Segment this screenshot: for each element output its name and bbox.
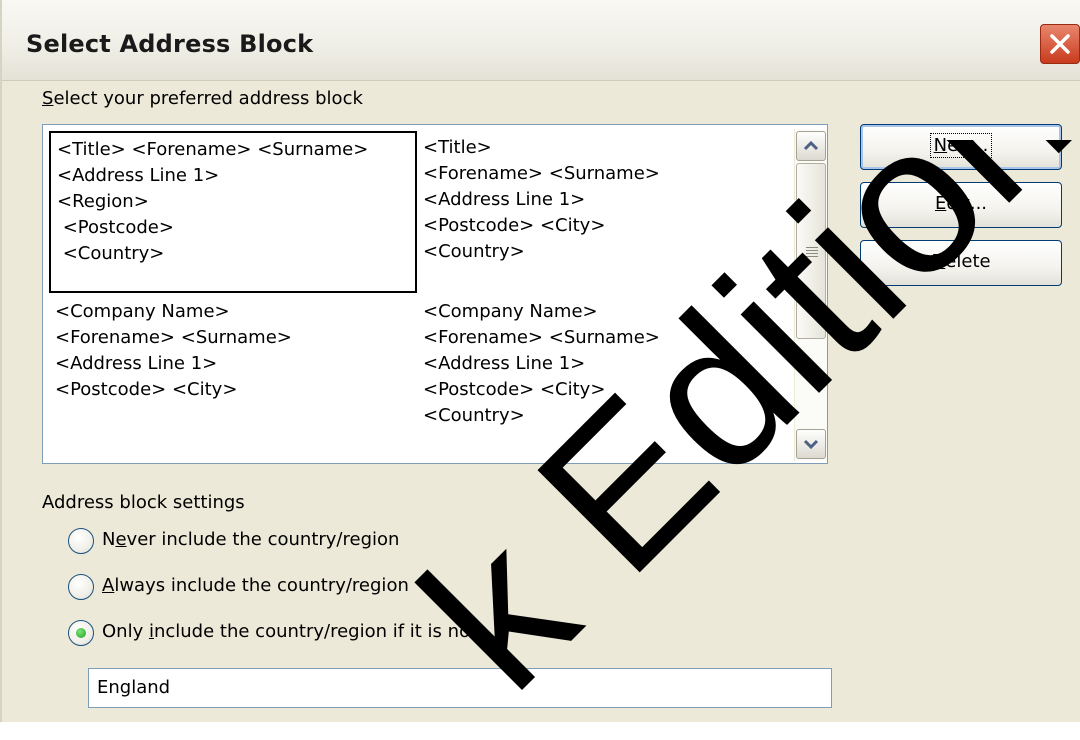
select-address-block-dialog: Select Address Block Select your preferr… <box>0 0 1080 732</box>
dialog-title: Select Address Block <box>26 30 314 58</box>
scroll-up-button[interactable] <box>796 131 826 161</box>
grip-line <box>806 247 818 248</box>
chevron-up-icon <box>803 140 819 151</box>
option-never-include-label[interactable]: Never include the country/region <box>102 529 399 550</box>
address-block-option[interactable]: <Title> <Forename> <Surname> <Address Li… <box>49 131 417 293</box>
radio-never-include[interactable] <box>68 528 94 554</box>
grip-line <box>806 256 818 257</box>
address-list-label: Select your preferred address block <box>42 88 363 109</box>
address-block-option[interactable]: <Company Name> <Forename> <Surname> <Add… <box>55 299 415 403</box>
radio-only-include-if-not[interactable] <box>68 620 94 646</box>
grip-line <box>806 253 818 254</box>
option-always-include-label[interactable]: Always include the country/region <box>102 575 409 596</box>
radio-selected-dot <box>76 628 86 638</box>
chevron-down-icon <box>803 439 819 450</box>
scroll-thumb[interactable] <box>796 163 826 339</box>
address-block-option[interactable]: <Company Name> <Forename> <Surname> <Add… <box>423 299 783 429</box>
option-only-include-label[interactable]: Only include the country/region if it is… <box>102 621 483 642</box>
radio-always-include[interactable] <box>68 574 94 600</box>
excluded-country-field[interactable]: England <box>88 668 832 708</box>
settings-heading: Address block settings <box>42 492 245 513</box>
close-button[interactable] <box>1040 24 1080 64</box>
edit-button[interactable]: Edit... <box>860 182 1062 228</box>
grip-line <box>806 250 818 251</box>
new-button[interactable]: New... <box>860 124 1062 170</box>
address-block-list[interactable]: <Title> <Forename> <Surname> <Address Li… <box>42 124 828 464</box>
close-icon <box>1050 34 1070 54</box>
delete-button[interactable]: Delete <box>860 240 1062 286</box>
scroll-down-button[interactable] <box>796 429 826 459</box>
list-scrollbar[interactable] <box>794 129 827 461</box>
title-bar[interactable]: Select Address Block <box>2 0 1080 81</box>
address-block-option[interactable]: <Title> <Forename> <Surname> <Address Li… <box>423 135 783 265</box>
